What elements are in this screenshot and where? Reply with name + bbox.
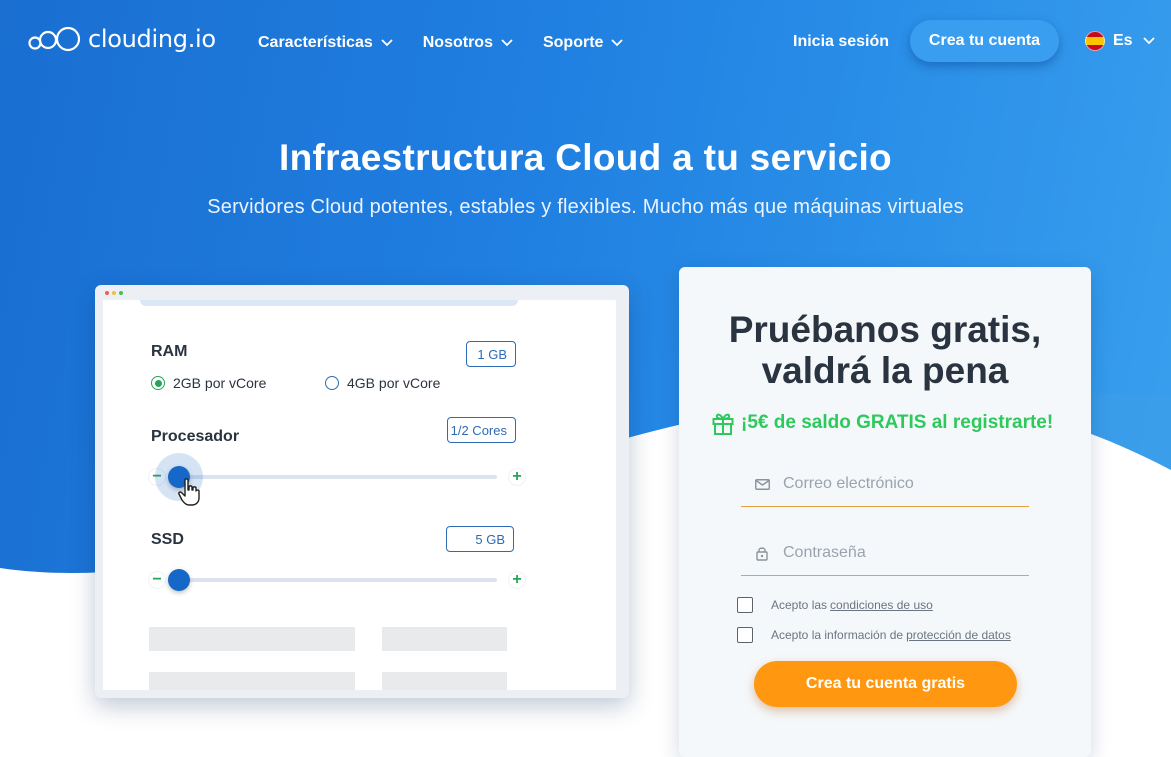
login-link[interactable]: Inicia sesión: [793, 33, 889, 51]
panel-top-bar: [140, 300, 518, 306]
clouding-logo[interactable]: clouding.io: [28, 24, 216, 54]
hero-title: Infraestructura Cloud a tu servicio: [279, 137, 892, 178]
mail-icon: [753, 478, 771, 490]
cpu-value-badge: 1/2 Cores: [447, 417, 516, 443]
chevron-down-icon: [381, 39, 393, 47]
ssd-slider[interactable]: − +: [149, 568, 525, 592]
terms-checkbox-row: Acepto las condiciones de uso: [737, 597, 933, 613]
ssd-decrease-button[interactable]: −: [149, 572, 165, 588]
slider-track: [169, 475, 497, 479]
slider-track: [169, 578, 497, 582]
privacy-checkbox[interactable]: [737, 627, 753, 643]
logo-circles-icon: [28, 26, 81, 52]
spain-flag-icon: [1085, 31, 1105, 51]
signup-title-line1: Pruébanos gratis,: [728, 309, 1042, 350]
ram-label: RAM: [151, 343, 188, 360]
cpu-increase-button[interactable]: +: [509, 469, 525, 485]
menu-label: Nosotros: [422, 34, 493, 51]
window-dot-green: [119, 291, 123, 295]
placeholder-block: [382, 672, 507, 690]
privacy-link[interactable]: protección de datos: [906, 628, 1011, 642]
lock-icon: [753, 546, 771, 561]
terms-label: Acepto las: [771, 598, 828, 612]
ssd-value-badge: 5 GB: [446, 526, 514, 552]
radio-label: 4GB por vCore: [347, 375, 441, 391]
gift-icon: [712, 413, 734, 435]
ram-option-4gb[interactable]: 4GB por vCore: [325, 375, 440, 391]
ssd-increase-button[interactable]: +: [509, 572, 525, 588]
signup-title: Pruébanos gratis, valdrá la pena: [679, 309, 1091, 391]
placeholder-block: [149, 627, 355, 651]
menu-soporte[interactable]: Soporte: [542, 34, 624, 52]
password-field[interactable]: [741, 531, 1029, 576]
password-input[interactable]: [781, 543, 1015, 563]
ram-value-badge: 1 GB: [466, 341, 516, 367]
hand-cursor-icon: [178, 478, 200, 506]
create-account-button[interactable]: Crea tu cuenta: [910, 20, 1059, 62]
menu-nosotros[interactable]: Nosotros: [423, 34, 513, 52]
privacy-checkbox-row: Acepto la información de protección de d…: [737, 627, 1011, 643]
radio-checked-icon: [151, 376, 165, 390]
menu-label: Características: [258, 34, 373, 51]
placeholder-block: [382, 627, 507, 651]
terms-link[interactable]: condiciones de uso: [830, 598, 933, 612]
cpu-slider[interactable]: − +: [149, 453, 525, 501]
radio-label: 2GB por vCore: [173, 375, 267, 391]
hero-subtitle: Servidores Cloud potentes, estables y fl…: [207, 196, 964, 218]
cpu-label: Procesador: [151, 428, 240, 445]
email-field[interactable]: [741, 462, 1029, 507]
menu-caracteristicas[interactable]: Características: [258, 34, 393, 52]
window-dot-yellow: [112, 291, 116, 295]
server-configurator-preview: RAM 1 GB 2GB por vCore 4GB por vCore Pro…: [95, 285, 629, 698]
menu-label: Soporte: [542, 34, 604, 51]
ssd-label: SSD: [151, 531, 184, 548]
ssd-slider-knob[interactable]: [168, 569, 190, 591]
language-label: Es: [1113, 32, 1133, 49]
email-input[interactable]: [781, 474, 1015, 494]
promo-banner: ¡5€ de saldo GRATIS al registrarte!: [711, 410, 1053, 436]
privacy-label: Acepto la información de: [771, 628, 904, 642]
signup-card: Pruébanos gratis, valdrá la pena ¡5€ de …: [679, 267, 1091, 757]
logo-text: clouding.io: [88, 25, 216, 53]
terms-checkbox[interactable]: [737, 597, 753, 613]
radio-unchecked-icon: [325, 376, 339, 390]
top-navigation: clouding.io Características Nosotros Sop…: [0, 0, 1171, 84]
chevron-down-icon: [501, 39, 513, 47]
signup-title-line2: valdrá la pena: [761, 350, 1009, 391]
configurator-panel: RAM 1 GB 2GB por vCore 4GB por vCore Pro…: [103, 300, 616, 690]
create-free-account-button[interactable]: Crea tu cuenta gratis: [754, 661, 1017, 707]
window-dot-red: [105, 291, 109, 295]
chevron-down-icon: [1142, 37, 1155, 45]
chevron-down-icon: [611, 39, 624, 47]
placeholder-block: [149, 672, 355, 690]
window-dots: [105, 291, 123, 295]
promo-text: ¡5€ de saldo GRATIS al registrarte!: [741, 412, 1054, 433]
main-menu: Características Nosotros Soporte: [258, 34, 653, 52]
language-selector[interactable]: Es: [1085, 31, 1155, 51]
ram-option-2gb[interactable]: 2GB por vCore: [151, 375, 266, 391]
